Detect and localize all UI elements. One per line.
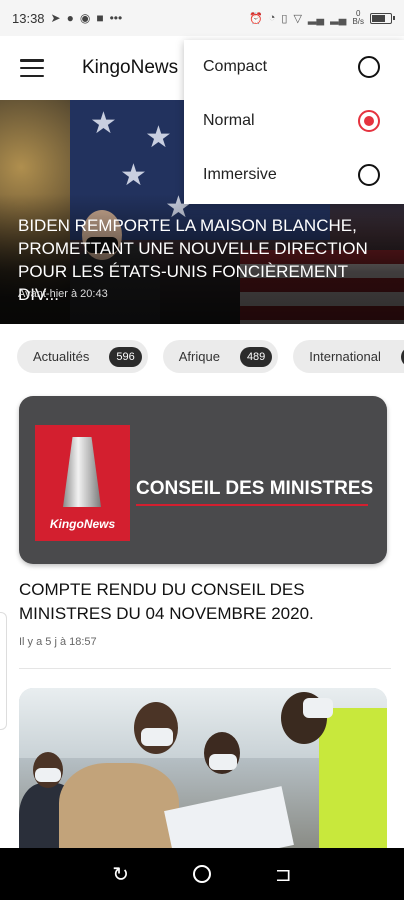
view-mode-menu: Compact Normal Immersive <box>184 40 404 204</box>
view-mode-label: Normal <box>203 112 255 129</box>
home-icon[interactable] <box>186 865 218 883</box>
category-chip[interactable]: International274 <box>293 340 404 373</box>
article-image[interactable]: KingoNews CONSEIL DES MINISTRES <box>19 396 387 564</box>
more-dots-icon: ••• <box>109 11 123 25</box>
telegram-icon: ➤ <box>50 11 61 25</box>
category-chips: Actualités 596 Afrique 489 International274 <box>17 340 404 374</box>
category-label: Afrique <box>178 349 220 364</box>
messenger-icon: ● <box>66 11 74 25</box>
side-drawer-handle[interactable] <box>0 612 7 730</box>
category-count-badge: 596 <box>109 346 142 367</box>
net-speed: 0 B/s <box>352 9 364 26</box>
clock-icon: ◔ <box>268 12 276 24</box>
category-count-badge: 489 <box>239 346 273 367</box>
menu-icon[interactable] <box>20 59 44 77</box>
article-title[interactable]: COMPTE RENDU DU CONSEIL DES MINISTRES DU… <box>19 578 391 626</box>
article-time: Il y a 5 j à 18:57 <box>19 636 97 648</box>
category-label: International <box>309 349 381 364</box>
view-mode-label: Compact <box>203 58 268 75</box>
bell-icon <box>63 437 101 507</box>
view-mode-label: Immersive <box>203 166 277 183</box>
radio-unselected-icon[interactable] <box>358 56 380 78</box>
status-bar: 13:38 ➤ ● ◉ ■ ••• ⏰ ◔ ▯ ▽ ▂▄ ▂▄ 0 B/s <box>0 0 404 36</box>
star-icon: ★ <box>145 121 172 154</box>
radio-selected-icon[interactable] <box>358 110 380 132</box>
status-time: 13:38 <box>12 10 45 26</box>
divider <box>19 668 391 669</box>
view-mode-option-immersive[interactable]: Immersive <box>184 148 404 202</box>
wifi-icon: ▽ <box>293 12 302 25</box>
radio-unselected-icon[interactable] <box>358 164 380 186</box>
star-icon: ★ <box>90 107 117 140</box>
whatsapp-icon: ◉ <box>79 11 91 25</box>
signal-icon: ▂▄ <box>307 12 325 25</box>
category-label: Actualités <box>33 349 90 364</box>
facebook-icon: ■ <box>96 11 104 25</box>
vibrate-icon: ▯ <box>281 12 288 25</box>
battery-icon <box>370 12 395 24</box>
alarm-icon: ⏰ <box>249 12 263 25</box>
article-image-title: CONSEIL DES MINISTRES <box>136 478 374 499</box>
system-nav-bar: ↻ ⊐ <box>0 848 404 900</box>
category-chip[interactable]: Afrique 489 <box>162 340 279 373</box>
view-mode-option-normal[interactable]: Normal <box>184 94 404 148</box>
hero-time: Avant-hier à 20:43 <box>18 288 108 300</box>
signal-icon: ▂▄ <box>330 12 347 25</box>
article-image[interactable] <box>19 688 387 848</box>
kingonews-logo: KingoNews <box>35 425 130 541</box>
app-title: KingoNews <box>82 57 179 78</box>
category-chip[interactable]: Actualités 596 <box>17 340 148 373</box>
view-mode-option-compact[interactable]: Compact <box>184 40 404 94</box>
back-icon[interactable]: ⊐ <box>267 862 299 887</box>
star-icon: ★ <box>120 159 147 192</box>
recent-apps-icon[interactable]: ↻ <box>105 862 137 887</box>
